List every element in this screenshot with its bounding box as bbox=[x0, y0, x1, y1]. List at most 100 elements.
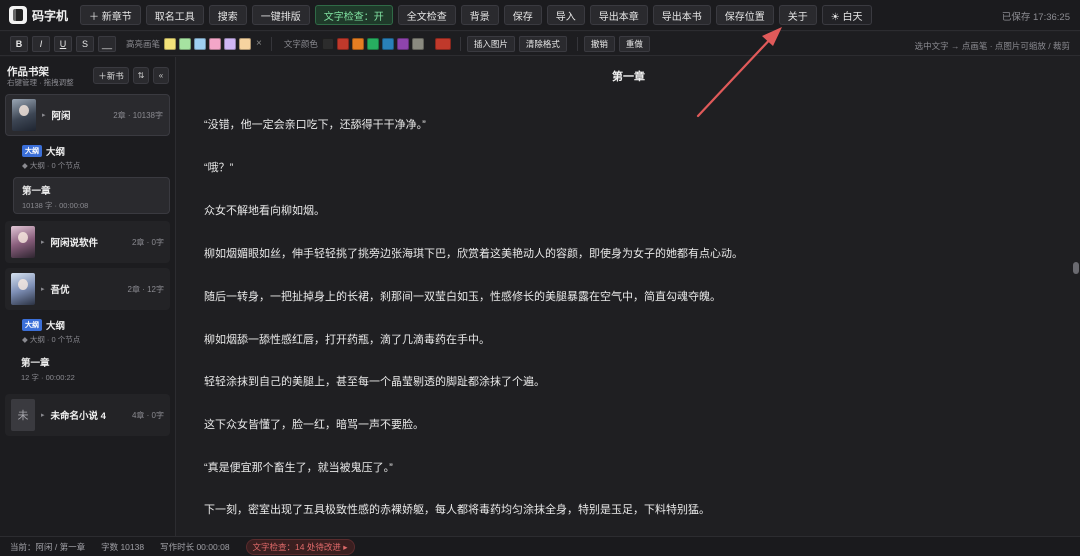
book-meta: 2章 · 12字 bbox=[127, 284, 164, 294]
book-meta: 4章 · 0字 bbox=[131, 410, 164, 420]
naming-tool-button[interactable]: 取名工具 bbox=[145, 5, 204, 25]
paragraph[interactable]: 下一刻，密室出现了五具极致性感的赤裸娇躯，每人都将毒药均匀涂抹全身，特别是玉足，… bbox=[204, 501, 710, 517]
outline-item[interactable]: 大纲 大纲 ◆ 大纲 · 0 个节点 bbox=[22, 318, 80, 345]
book-name: 未命名小说 4 bbox=[50, 411, 106, 422]
paragraph[interactable]: “没错，他一定会亲口吃下，还舔得干干净净。” bbox=[204, 116, 426, 132]
new-chapter-button[interactable]: ＋ 新章节 bbox=[80, 5, 141, 25]
book-meta: 2章 · 10138字 bbox=[113, 110, 163, 120]
paragraph[interactable]: 众女不解地看向柳如烟。 bbox=[204, 202, 325, 218]
text-color-swatch[interactable] bbox=[366, 37, 379, 50]
text-color-swatch[interactable] bbox=[396, 37, 409, 50]
paragraph[interactable]: 这下众女皆懂了，脸一红，暗骂一声不要脸。 bbox=[204, 416, 424, 432]
book-cover bbox=[11, 226, 35, 258]
text-color-swatch[interactable] bbox=[336, 37, 349, 50]
outline-badge: 大纲 bbox=[22, 319, 42, 331]
highlight-color-swatch[interactable] bbox=[194, 37, 207, 50]
expand-caret-icon[interactable]: ▸ bbox=[41, 238, 45, 246]
paragraph[interactable]: 柳如烟舔一舔性感红唇，打开药瓶，滴了几滴毒药在手中。 bbox=[204, 331, 490, 347]
text-color-swatch[interactable] bbox=[411, 37, 424, 50]
book-cover-placeholder: 未 bbox=[11, 399, 35, 431]
highlight-color-swatch[interactable] bbox=[164, 37, 177, 50]
auto-format-button[interactable]: 一键排版 bbox=[251, 5, 310, 25]
status-writing-time: 写作时长 00:00:08 bbox=[160, 541, 230, 552]
divider bbox=[459, 36, 461, 51]
outline-item[interactable]: 大纲 大纲 ◆ 大纲 · 0 个节点 bbox=[22, 144, 80, 171]
paragraph[interactable]: 轻轻涂抹到自己的美腿上，甚至每一个晶莹剔透的脚趾都涂抹了个遍。 bbox=[204, 373, 545, 389]
chapter-meta: 10138 字 · 00:00:08 bbox=[22, 201, 89, 210]
outline-name: 大纲 bbox=[46, 321, 66, 332]
full-check-button[interactable]: 全文检查 bbox=[397, 5, 456, 25]
app-title: 码字机 bbox=[32, 8, 69, 23]
paragraph[interactable]: “真是便宜那个畜生了，就当被鬼压了。” bbox=[204, 459, 393, 475]
sort-icon[interactable]: ⇅ bbox=[133, 67, 149, 84]
divider bbox=[270, 36, 272, 51]
status-bar: 当前：阿闲 / 第一章 字数 10138 写作时长 00:00:08 文字检查：… bbox=[0, 536, 1080, 556]
highlight-label: 高亮画笔 bbox=[126, 38, 161, 49]
underscore-button[interactable]: __ bbox=[98, 35, 116, 52]
export-chapter-button[interactable]: 导出本章 bbox=[589, 5, 648, 25]
highlight-color-swatch[interactable] bbox=[179, 37, 192, 50]
status-location: 当前：阿闲 / 第一章 bbox=[10, 541, 86, 552]
highlight-color-swatch[interactable] bbox=[209, 37, 222, 50]
new-book-button[interactable]: ＋新书 bbox=[93, 67, 129, 84]
paragraph[interactable]: 柳如烟媚眼如丝，伸手轻轻挑了挑旁边张海琪下巴，欣赏着这美艳动人的容颜，即使身为女… bbox=[204, 245, 743, 261]
text-check-status-badge[interactable]: 文字检查：14 处待改进 ▸ bbox=[245, 538, 355, 555]
paragraph[interactable]: 随后一转身，一把扯掉身上的长裙，刹那间一双莹白如玉，性感修长的美腿暴露在空气中，… bbox=[204, 288, 721, 304]
redo-button[interactable]: 重做 bbox=[618, 35, 650, 52]
book-meta: 2章 · 0字 bbox=[131, 237, 164, 247]
day-mode-toggle[interactable]: ☀ 白天 bbox=[821, 5, 872, 25]
format-hint: 选中文字 → 点画笔 · 点图片可缩放 / 裁剪 bbox=[914, 41, 1070, 51]
chapter-item[interactable]: 第一章 10138 字 · 00:00:08 bbox=[13, 177, 170, 214]
chapter-name: 第一章 bbox=[21, 358, 50, 369]
italic-button[interactable]: I bbox=[32, 35, 50, 52]
save-button[interactable]: 保存 bbox=[503, 5, 542, 25]
chapter-item[interactable]: 第一章 12 字 · 00:00:22 bbox=[13, 350, 170, 387]
save-location-button[interactable]: 保存位置 bbox=[715, 5, 774, 25]
chapter-name: 第一章 bbox=[22, 186, 51, 197]
about-button[interactable]: 关于 bbox=[778, 5, 817, 25]
current-text-color-swatch[interactable] bbox=[434, 37, 451, 50]
editor-pane[interactable]: 第一章 “没错，他一定会亲口吃下，还舔得干干净净。” “哦？” 众女不解地看向柳… bbox=[177, 57, 1080, 536]
expand-caret-icon[interactable]: ▸ bbox=[41, 285, 45, 293]
saved-status: 已保存 17:36:25 bbox=[1001, 12, 1070, 23]
undo-button[interactable]: 撤销 bbox=[583, 35, 615, 52]
app-logo-icon bbox=[9, 6, 27, 24]
insert-image-button[interactable]: 插入图片 bbox=[466, 35, 515, 52]
expand-caret-icon[interactable]: ▸ bbox=[42, 111, 46, 119]
text-check-toggle[interactable]: 文字检查：开 bbox=[314, 5, 393, 25]
sidebar-header: 作品书架 右键管理 · 拖拽调整 ＋新书 ⇅ « bbox=[0, 57, 175, 89]
highlight-color-swatch[interactable] bbox=[239, 37, 252, 50]
outline-sub: ◆ 大纲 · 0 个节点 bbox=[22, 161, 81, 170]
import-button[interactable]: 导入 bbox=[546, 5, 585, 25]
divider bbox=[576, 36, 578, 51]
text-color-swatch[interactable] bbox=[321, 37, 334, 50]
book-item[interactable]: ▸ 吾优 2章 · 12字 bbox=[5, 268, 170, 310]
collapse-icon[interactable]: « bbox=[153, 67, 169, 84]
book-name: 阿闲说软件 bbox=[50, 238, 99, 249]
text-color-label: 文字颜色 bbox=[283, 38, 318, 49]
outline-badge: 大纲 bbox=[22, 145, 42, 157]
book-name: 阿闲 bbox=[51, 111, 71, 122]
status-word-count: 字数 10138 bbox=[101, 541, 145, 552]
background-button[interactable]: 背景 bbox=[460, 5, 499, 25]
clear-highlight-icon[interactable]: × bbox=[256, 38, 262, 49]
underline-button[interactable]: U bbox=[54, 35, 72, 52]
book-item[interactable]: ▸ 阿闲说软件 2章 · 0字 bbox=[5, 221, 170, 263]
bold-button[interactable]: B bbox=[10, 35, 28, 52]
text-color-swatch[interactable] bbox=[351, 37, 364, 50]
paragraph[interactable]: “哦？” bbox=[204, 159, 233, 175]
search-button[interactable]: 搜索 bbox=[208, 5, 247, 25]
text-color-swatch[interactable] bbox=[381, 37, 394, 50]
book-item[interactable]: ▸ 阿闲 2章 · 10138字 bbox=[5, 94, 170, 136]
highlight-color-swatch[interactable] bbox=[224, 37, 237, 50]
outline-sub: ◆ 大纲 · 0 个节点 bbox=[22, 335, 81, 344]
book-cover bbox=[12, 99, 36, 131]
strikethrough-button[interactable]: S bbox=[76, 35, 94, 52]
export-book-button[interactable]: 导出本书 bbox=[652, 5, 711, 25]
format-toolbar: B I U S __ 高亮画笔 × 文字颜色 插入图片 清除格式 撤销 重做 选… bbox=[0, 32, 1080, 56]
chapter-title: 第一章 bbox=[612, 71, 645, 83]
book-item[interactable]: 未 ▸ 未命名小说 4 4章 · 0字 bbox=[5, 394, 170, 436]
clear-format-button[interactable]: 清除格式 bbox=[518, 35, 567, 52]
expand-caret-icon[interactable]: ▸ bbox=[41, 411, 45, 419]
editor-scrollbar[interactable] bbox=[1073, 262, 1079, 274]
